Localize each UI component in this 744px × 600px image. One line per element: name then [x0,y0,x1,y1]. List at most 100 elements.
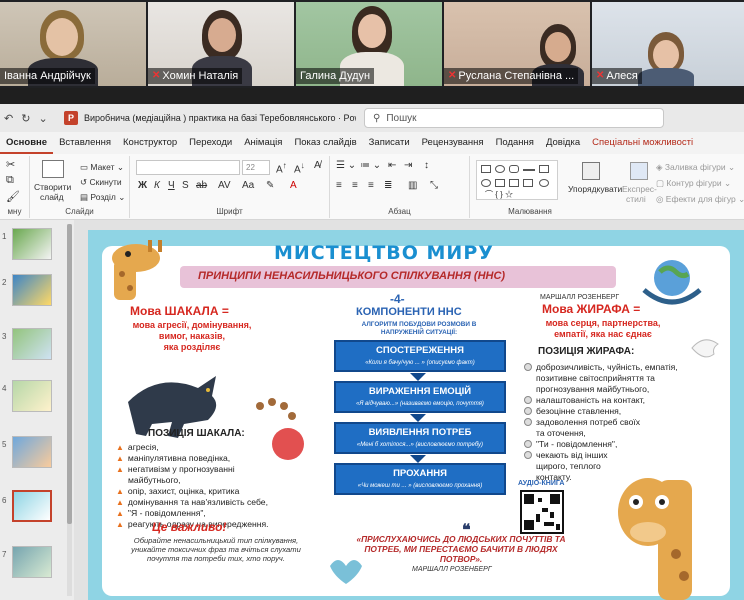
express-styles-button[interactable]: Експрес- [622,184,657,194]
ribbon-group-label: Шрифт [216,207,243,216]
clear-format-icon[interactable]: A̸ [314,160,321,171]
audio-book-label: АУДІО-КНИГА [518,480,565,487]
participant-tile[interactable]: ✕ Хомин Наталія [148,2,294,86]
tab-record[interactable]: Записати [363,132,416,154]
font-color-icon[interactable]: A [290,180,297,191]
participant-tile[interactable]: ✕ Руслана Степанівна ... [444,2,590,86]
bold-icon[interactable]: Ж [138,180,147,191]
textbox-shape-icon[interactable] [539,165,549,173]
tab-animations[interactable]: Анімація [238,132,288,154]
slide-subtitle: ПРИНЦИПИ НЕНАСИЛЬНИЦЬКОГО СПІЛКУВАННЯ (Н… [198,270,506,282]
text-direction-icon[interactable]: ⤡ [430,180,438,191]
new-slide-button[interactable]: Створити [34,182,71,192]
slide[interactable]: МИСТЕЦТВО МИРУ ПРИНЦИПИ НЕНАСИЛЬНИЦЬКОГО… [88,230,744,600]
tab-slideshow[interactable]: Показ слайдів [288,132,362,154]
highlight-icon[interactable]: ✎ [266,180,274,191]
columns-icon[interactable]: ▥ [408,180,417,191]
qr-code-image[interactable] [520,490,564,534]
star-shape-icon[interactable] [523,179,533,187]
slide-thumbnail[interactable] [12,328,52,360]
increase-font-icon[interactable]: A↑ [276,160,287,175]
strikethrough-icon[interactable]: ab [196,180,207,191]
font-size-field[interactable]: 22 [242,160,270,175]
shape-outline-button[interactable]: ▢ Контур фігури ⌄ [656,178,731,189]
shape-effects-button[interactable]: ◎ Ефекти для фігур ⌄ [656,194,744,205]
tab-transitions[interactable]: Переходи [183,132,238,154]
search-box[interactable]: ⚲ Пошук [364,108,664,128]
line-spacing-icon[interactable]: ↕ [424,160,429,171]
giraffe-list-item-continued: щирого, теплого [536,461,601,471]
participant-tile-active[interactable]: Галина Дудун [296,2,442,86]
thumbnails-scrollbar-thumb[interactable] [67,224,72,524]
underline-icon[interactable]: Ч [168,180,175,191]
arrow-shape-icon[interactable] [509,179,519,187]
participant-tile[interactable]: ✕ Алеся [592,2,744,86]
giraffe-list-item: доброзичливість, чуйність, емпатія, [524,362,678,372]
flame-icon: ▲ [116,486,124,496]
layout-button[interactable]: ▭ Макет ⌄ [80,162,124,173]
giraffe-list-item-continued: та оточення, [536,428,586,438]
oval-shape-icon[interactable] [495,165,505,173]
undo-icon[interactable]: ↶ [4,112,13,125]
slide-thumbnail-selected[interactable] [12,490,52,522]
participant-tile[interactable]: Іванна Андрійчук [0,2,146,86]
shapes-gallery[interactable]: ⌒ { } ☆ [476,160,558,200]
slide-thumbnail[interactable] [12,436,52,468]
bullet-dot-icon [524,363,532,371]
square-shape-icon[interactable] [495,179,505,187]
arrange-icon[interactable] [582,162,600,180]
tab-help[interactable]: Довідка [540,132,586,154]
rectangle-shape-icon[interactable] [481,165,491,173]
tab-accessibility[interactable]: Спеціальні можливості [586,132,699,154]
smiley-shape-icon[interactable] [539,179,549,187]
slide-canvas: МИСТЕЦТВО МИРУ ПРИНЦИПИ НЕНАСИЛЬНИЦЬКОГО… [74,220,744,600]
quick-access-more-icon[interactable]: ⌄ [38,112,47,125]
brace-shapes-icon[interactable]: ⌒ { } ☆ [485,189,513,200]
shape-fill-button[interactable]: ◈ Заливка фігури ⌄ [656,162,735,173]
section-button[interactable]: ▤ Розділ ⌄ [80,192,125,203]
screen: Іванна Андрійчук ✕ Хомин Наталія Галина Д… [0,0,744,600]
decrease-indent-icon[interactable]: ⇤ [388,160,396,171]
tab-insert[interactable]: Вставлення [53,132,117,154]
decrease-font-icon[interactable]: A↓ [294,160,305,175]
justify-icon[interactable]: ≣ [384,180,392,191]
jackal-subtitle-line: яка розділяє [163,342,221,352]
copy-icon[interactable]: ⧉ [6,174,14,187]
cut-icon[interactable]: ✂ [6,158,15,171]
slide-thumbnail[interactable] [12,228,52,260]
slide-thumbnail[interactable] [12,380,52,412]
new-slide-icon[interactable] [42,160,64,178]
numbering-icon[interactable]: ≔ ⌄ [360,160,381,171]
change-case-icon[interactable]: Aa [242,180,254,191]
redo-icon[interactable]: ↻ [21,112,30,125]
giraffe-list-item-continued: позитивне світосприйняття та [536,373,655,383]
tab-review[interactable]: Рецензування [416,132,490,154]
format-painter-icon[interactable]: 🖌 [6,190,20,203]
align-center-icon[interactable]: ≡ [352,180,358,191]
jackal-list-item: ▲ "Я - повідомлення", [116,508,206,518]
author-top: МАРШАЛЛ РОЗЕНБЕРГ [540,294,620,301]
arrange-button[interactable]: Упорядкувати [568,184,622,194]
express-styles-icon[interactable] [630,162,648,180]
thumbnail-number: 7 [2,550,7,559]
increase-indent-icon[interactable]: ⇥ [404,160,412,171]
slide-thumbnail[interactable] [12,546,52,578]
tab-design[interactable]: Конструктор [117,132,183,154]
slide-thumbnail[interactable] [12,274,52,306]
rounded-rect-shape-icon[interactable] [509,165,519,173]
ribbon: ✂ ⧉ 🖌 мну Створити слайд ▭ Макет ⌄ ↺ Ски… [0,154,744,220]
giraffe-list-item: налаштованість на контакт, [524,395,645,405]
reset-button[interactable]: ↺ Скинути [80,177,122,188]
spacing-icon[interactable]: AV [218,180,231,191]
italic-icon[interactable]: К [154,180,160,191]
bullets-icon[interactable]: ☰ ⌄ [336,160,356,171]
shadow-icon[interactable]: S [182,180,189,191]
font-family-field[interactable] [136,160,240,175]
circle-shape-icon[interactable] [481,179,491,187]
tab-view[interactable]: Подання [490,132,540,154]
tab-home[interactable]: Основне [0,132,54,154]
align-left-icon[interactable]: ≡ [336,180,342,191]
line-shape-icon[interactable] [523,169,535,171]
align-right-icon[interactable]: ≡ [368,180,374,191]
mic-muted-icon: ✕ [152,70,161,81]
